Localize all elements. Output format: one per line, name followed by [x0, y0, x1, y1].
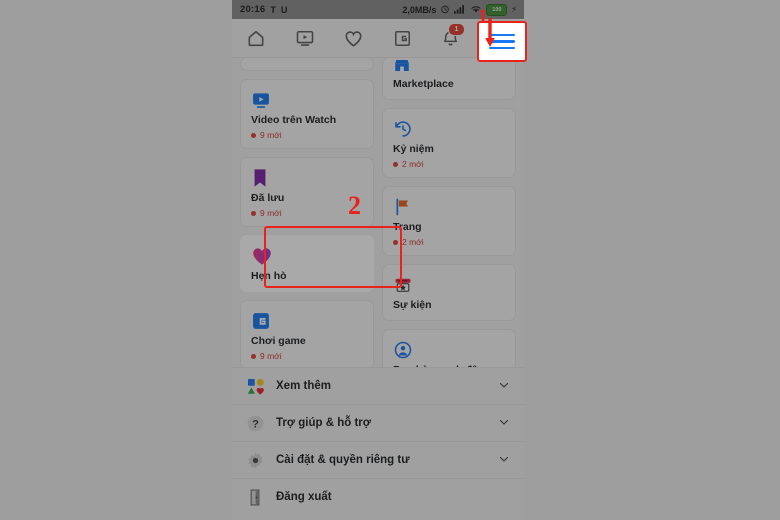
dating-tab[interactable]	[335, 21, 373, 55]
chevron-down-icon[interactable]	[498, 453, 510, 468]
tile-title: Marketplace	[393, 78, 454, 90]
tile-title: Sự kiện	[393, 299, 432, 311]
gaming-tile[interactable]: Chơi game 9 mới	[240, 300, 374, 370]
help-support-row[interactable]: ? Trợ giúp & hỗ trợ	[232, 404, 524, 441]
status-bar-right: 2,0MB/s 100 ⚡	[402, 3, 524, 16]
tile-badge: 9 mới	[251, 130, 363, 140]
ticket-star-icon	[393, 274, 505, 295]
row-label: Xem thêm	[276, 380, 331, 392]
tile-badge-text: 9 mới	[260, 351, 282, 361]
menu-rows-list: Xem thêm ? Trợ giúp & hỗ trợ Cài đặt & q…	[232, 367, 524, 515]
tile-badge-text: 2 mới	[402, 237, 424, 247]
status-glyph-u: U	[280, 4, 288, 15]
gaming-icon	[251, 310, 363, 331]
clock-rewind-icon	[393, 118, 505, 139]
bookmark-icon	[251, 167, 363, 188]
chevron-down-icon[interactable]	[498, 416, 510, 431]
tile-badge: 9 mới	[251, 351, 363, 361]
charging-bolt-icon: ⚡	[511, 5, 517, 14]
notifications-tab[interactable]: 1	[432, 21, 470, 55]
memories-tile[interactable]: Kỷ niệm 2 mới	[382, 108, 516, 178]
heart-icon	[251, 245, 363, 266]
tile-badge-text: 9 mới	[260, 208, 282, 218]
tile-badge-text: 9 mới	[260, 130, 282, 140]
annotation-step-2: 2	[348, 191, 361, 220]
phone-screen: 20:16 T U 2,0MB/s 100 ⚡ 1 Video trên Wat…	[232, 0, 524, 520]
pages-tile[interactable]: Trang 2 mới	[382, 186, 516, 256]
battery-level: 100	[492, 6, 502, 13]
alarm-icon	[440, 4, 450, 16]
marketplace-tile[interactable]: Marketplace	[382, 57, 516, 100]
menu-grid: Video trên Watch 9 mới Đã lưu 9 mới Hẹn …	[232, 57, 524, 386]
red-dot-icon	[393, 161, 398, 167]
svg-text:?: ?	[252, 418, 259, 430]
tile-badge: 2 mới	[393, 159, 505, 169]
video-watch-tile[interactable]: Video trên Watch 9 mới	[240, 79, 374, 149]
flag-icon	[393, 196, 505, 217]
logout-row[interactable]: Đăng xuất	[232, 478, 524, 515]
gaming-tab[interactable]	[383, 21, 421, 55]
data-rate-text: 2,0MB/s	[402, 4, 437, 15]
annotation-step-1: 1	[478, 6, 488, 27]
menu-grid-left-column: Video trên Watch 9 mới Đã lưu 9 mới Hẹn …	[240, 57, 374, 386]
see-more-row[interactable]: Xem thêm	[232, 367, 524, 404]
signal-bars-icon	[454, 4, 466, 16]
status-bar-left: 20:16 T U	[232, 4, 287, 15]
storefront-icon	[393, 60, 505, 74]
question-mark-icon: ?	[246, 414, 272, 433]
partial-tile[interactable]	[240, 57, 374, 71]
menu-scroll-body[interactable]: Video trên Watch 9 mới Đã lưu 9 mới Hẹn …	[232, 57, 524, 520]
row-label: Trợ giúp & hỗ trợ	[276, 417, 371, 429]
red-dot-icon	[251, 210, 256, 216]
tile-title: Đã lưu	[251, 192, 285, 204]
tile-title: Chơi game	[251, 335, 306, 347]
tile-badge-text: 2 mới	[402, 159, 424, 169]
tile-title: Trang	[393, 221, 422, 233]
tile-title: Video trên Watch	[251, 114, 337, 126]
red-dot-icon	[251, 353, 256, 359]
row-label: Cài đặt & quyền riêng tư	[276, 454, 410, 466]
tile-title: Hẹn hò	[251, 270, 287, 282]
events-tile[interactable]: Sự kiện	[382, 264, 516, 321]
tile-badge: 2 mới	[393, 237, 505, 247]
tile-badge: 9 mới	[251, 208, 363, 218]
notification-badge: 1	[447, 23, 465, 36]
menu-grid-right-column: Marketplace Kỷ niệm 2 mới Trang 2 mới Sự…	[382, 57, 516, 386]
battery-icon: 100	[486, 3, 508, 16]
dating-tile[interactable]: Hẹn hò	[240, 235, 374, 292]
chevron-down-icon[interactable]	[498, 379, 510, 394]
tile-title: Kỷ niệm	[393, 143, 434, 155]
shapes-icon	[246, 377, 272, 396]
red-dot-icon	[393, 239, 398, 245]
status-glyph-t: T	[270, 4, 276, 15]
status-time: 20:16	[240, 4, 266, 15]
home-tab[interactable]	[237, 21, 275, 55]
person-locator-icon	[393, 339, 505, 360]
gear-icon	[246, 451, 272, 470]
logout-door-icon	[246, 488, 272, 507]
video-screen-icon	[251, 89, 363, 110]
watch-tab[interactable]	[286, 21, 324, 55]
settings-privacy-row[interactable]: Cài đặt & quyền riêng tư	[232, 441, 524, 478]
row-label: Đăng xuất	[276, 491, 332, 503]
red-dot-icon	[251, 132, 256, 138]
